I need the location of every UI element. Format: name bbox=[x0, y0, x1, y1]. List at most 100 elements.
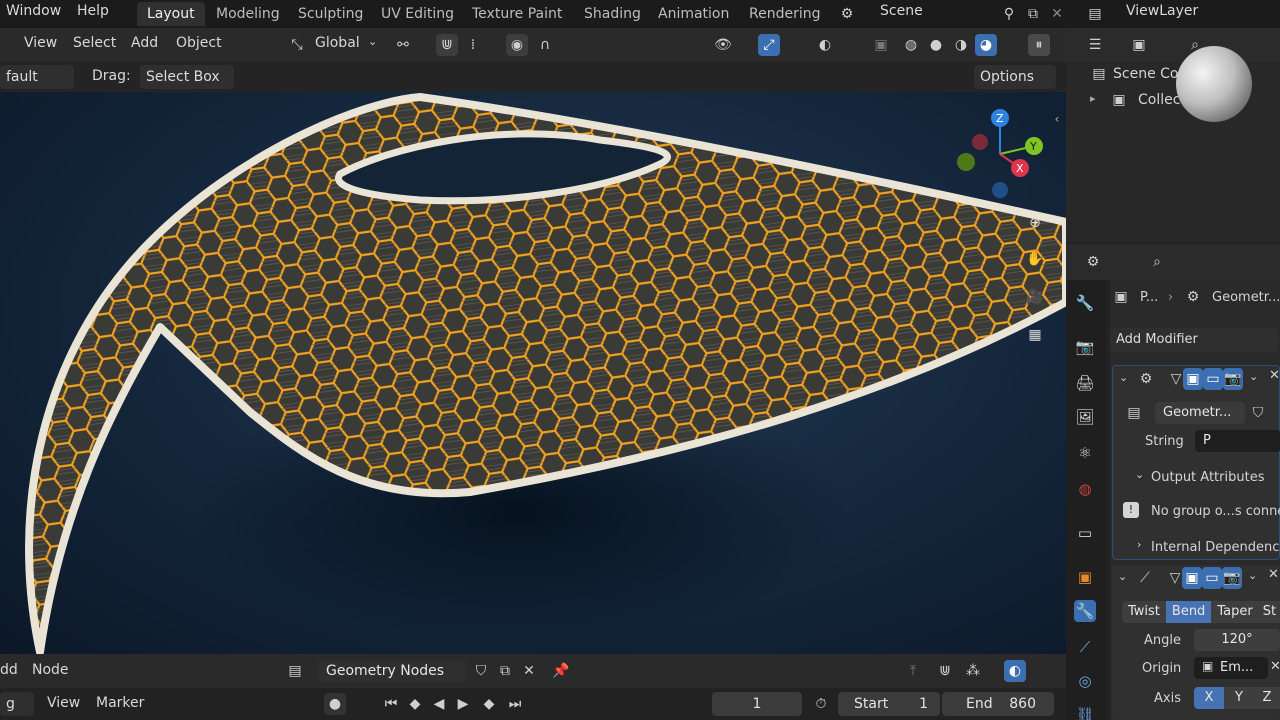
options-dropdown[interactable]: Options bbox=[974, 65, 1056, 89]
output-attributes-section[interactable]: Output Attributes bbox=[1151, 470, 1264, 485]
display-mode-icon[interactable]: ▣ bbox=[1128, 34, 1150, 56]
pause-icon[interactable]: ⏸ bbox=[1028, 34, 1050, 56]
menu-node[interactable]: Node bbox=[32, 662, 69, 678]
outliner-scene-collection[interactable]: Scene Co bbox=[1113, 66, 1178, 82]
solid-shading-icon[interactable]: ● bbox=[925, 34, 947, 56]
snap-icon[interactable]: ⋓ bbox=[934, 660, 956, 682]
expand-arrow-icon[interactable]: ▸ bbox=[1090, 92, 1096, 105]
scene-name[interactable]: Scene bbox=[880, 3, 923, 19]
cage-toggle-icon[interactable]: ▣ bbox=[1182, 567, 1202, 589]
axis-y-toggle[interactable]: Y bbox=[1224, 687, 1254, 709]
output-tab-icon[interactable]: 🖨 bbox=[1074, 372, 1096, 394]
expand-chevron-icon[interactable]: ⌄ bbox=[1135, 468, 1144, 481]
node-tree-name-field[interactable]: Geometry Nodes bbox=[318, 660, 466, 682]
duplicate-icon[interactable]: ⧉ bbox=[494, 660, 516, 682]
node-group-icon[interactable]: ▤ bbox=[1123, 402, 1145, 424]
view-layer-icon[interactable]: ▤ bbox=[1084, 3, 1106, 25]
fake-user-shield-icon[interactable]: ⛉ bbox=[470, 660, 492, 682]
chevron-down-icon[interactable]: ⌄ bbox=[368, 35, 377, 48]
string-input[interactable]: P bbox=[1195, 430, 1280, 452]
menu-timeline-view[interactable]: View bbox=[47, 695, 80, 711]
prev-keyframe-icon[interactable]: ◆ bbox=[404, 693, 426, 715]
jump-end-icon[interactable]: ⏭ bbox=[504, 693, 526, 715]
render-toggle-icon[interactable]: 📷 bbox=[1223, 368, 1243, 390]
object-tab-icon[interactable]: ▣ bbox=[1074, 566, 1096, 588]
falloff-icon[interactable]: ∩ bbox=[534, 34, 556, 56]
viewport-canvas[interactable] bbox=[0, 92, 1066, 654]
menu-add-partial[interactable]: dd bbox=[0, 662, 18, 678]
overlays-icon[interactable]: ◐ bbox=[1004, 660, 1026, 682]
grid-perspective-icon[interactable]: ▦ bbox=[1024, 324, 1046, 346]
modifier-tab-icon[interactable]: 🔧 bbox=[1074, 600, 1096, 622]
jump-start-icon[interactable]: ⏮ bbox=[380, 693, 402, 715]
collapse-chevron-icon[interactable]: ⌄ bbox=[1119, 371, 1128, 384]
particles-tab-icon[interactable]: ⟋ bbox=[1074, 636, 1096, 658]
clear-origin-icon[interactable]: ✕ bbox=[1270, 659, 1280, 674]
fake-user-shield-icon[interactable]: ⛉ bbox=[1247, 402, 1269, 424]
tab-sculpting[interactable]: Sculpting bbox=[288, 2, 373, 26]
modifier-menu-chevron-icon[interactable]: ⌄ bbox=[1248, 569, 1257, 582]
drag-select-dropdown[interactable]: Select Box bbox=[140, 65, 234, 89]
timeline-mode-dropdown[interactable]: g bbox=[0, 692, 34, 716]
3d-viewport[interactable]: Z Y X ⊕ ✋ 🎥 ▦ ‹ bbox=[0, 92, 1066, 654]
pan-hand-icon[interactable]: ✋ bbox=[1024, 248, 1046, 270]
collapse-chevron-icon[interactable]: ⌄ bbox=[1118, 570, 1127, 583]
properties-search-icon[interactable]: ⌕ bbox=[1146, 251, 1168, 273]
parent-node-tree-icon[interactable]: ⤒ bbox=[902, 660, 924, 682]
end-frame-field[interactable]: End 860 bbox=[942, 692, 1054, 716]
viewport-toggle-icon[interactable]: ▭ bbox=[1203, 368, 1223, 390]
collection-tab-icon[interactable]: ▭ bbox=[1074, 522, 1096, 544]
clock-icon[interactable]: ⏱ bbox=[810, 693, 832, 715]
tab-taper[interactable]: Taper bbox=[1211, 601, 1259, 623]
close-icon[interactable]: ✕ bbox=[1046, 3, 1068, 25]
constraints-tab-icon[interactable]: ⛓ bbox=[1074, 704, 1096, 720]
tab-texture-paint[interactable]: Texture Paint bbox=[462, 2, 572, 26]
remove-modifier-icon[interactable]: ✕ bbox=[1268, 567, 1279, 582]
play-reverse-icon[interactable]: ◀ bbox=[428, 693, 450, 715]
navigation-gizmo[interactable]: Z Y X bbox=[950, 108, 1050, 208]
pin-icon[interactable]: ⚲ bbox=[998, 3, 1020, 25]
menu-window[interactable]: Window bbox=[6, 3, 61, 19]
visibility-icon[interactable]: 👁 bbox=[712, 34, 734, 56]
play-icon[interactable]: ▶ bbox=[452, 693, 474, 715]
menu-marker[interactable]: Marker bbox=[96, 695, 144, 711]
new-scene-icon[interactable]: ⧉ bbox=[1022, 3, 1044, 25]
axis-x-toggle[interactable]: X bbox=[1194, 687, 1224, 709]
collapsed-chevron-icon[interactable]: › bbox=[1137, 538, 1141, 551]
menu-view[interactable]: View bbox=[24, 35, 57, 51]
orientation-dropdown[interactable]: Global bbox=[315, 35, 360, 51]
view-layer-tab-icon[interactable]: 🖼 bbox=[1074, 406, 1096, 428]
menu-object[interactable]: Object bbox=[176, 35, 222, 51]
tab-rendering[interactable]: Rendering bbox=[739, 2, 831, 26]
camera-view-icon[interactable]: 🎥 bbox=[1024, 286, 1046, 308]
modifier-menu-chevron-icon[interactable]: ⌄ bbox=[1249, 370, 1258, 383]
material-shading-icon[interactable]: ◑ bbox=[950, 34, 972, 56]
tab-twist[interactable]: Twist bbox=[1122, 601, 1166, 623]
pivot-icon[interactable]: ⚯ bbox=[392, 34, 414, 56]
tab-uv-editing[interactable]: UV Editing bbox=[371, 2, 464, 26]
tab-bend[interactable]: Bend bbox=[1165, 601, 1212, 623]
rendered-shading-icon[interactable]: ◕ bbox=[975, 34, 997, 56]
snap-target-icon[interactable]: ⁞ bbox=[462, 34, 484, 56]
snap-element-icon[interactable]: ⁂ bbox=[962, 660, 984, 682]
tab-animation[interactable]: Animation bbox=[648, 2, 739, 26]
menu-help[interactable]: Help bbox=[77, 3, 109, 19]
scene-selector-icon[interactable]: ⚙ bbox=[836, 3, 858, 25]
snap-icon[interactable]: ⋓ bbox=[436, 34, 458, 56]
add-modifier-button[interactable]: Add Modifier bbox=[1110, 328, 1278, 352]
node-tree-type-icon[interactable]: ▤ bbox=[284, 660, 306, 682]
menu-select[interactable]: Select bbox=[73, 35, 116, 51]
node-group-field[interactable]: Geometr... bbox=[1155, 402, 1245, 424]
editor-type-icon[interactable]: ☰ bbox=[1084, 34, 1106, 56]
menu-add[interactable]: Add bbox=[131, 35, 158, 51]
tab-stretch[interactable]: St bbox=[1258, 601, 1280, 623]
start-frame-field[interactable]: Start 1 bbox=[838, 692, 940, 716]
remove-modifier-icon[interactable]: ✕ bbox=[1269, 368, 1280, 383]
angle-input[interactable]: 120° bbox=[1194, 629, 1280, 651]
overlays-icon[interactable]: ◐ bbox=[814, 34, 836, 56]
render-tab-icon[interactable]: 📷 bbox=[1074, 336, 1096, 358]
record-icon[interactable]: ● bbox=[324, 693, 346, 715]
zoom-icon[interactable]: ⊕ bbox=[1024, 212, 1046, 234]
scene-tab-icon[interactable]: ⚛ bbox=[1074, 442, 1096, 464]
pin-icon[interactable]: 📌 bbox=[550, 660, 572, 682]
